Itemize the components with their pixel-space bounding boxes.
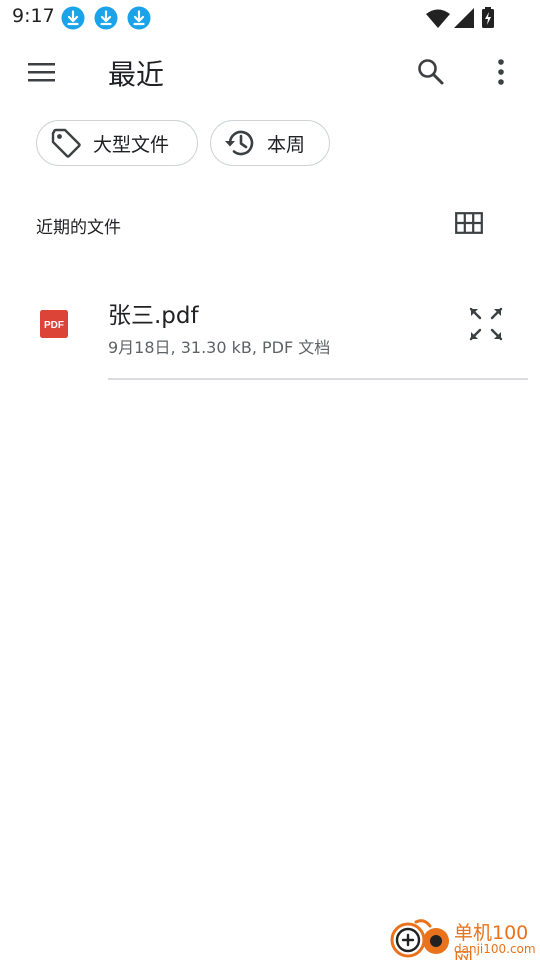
watermark: 单机100网 danji100.com xyxy=(390,916,540,960)
battery-charging-icon xyxy=(482,7,494,28)
history-icon xyxy=(223,126,257,160)
search-icon xyxy=(418,59,444,85)
filter-chip-large-files[interactable]: 大型文件 xyxy=(36,120,198,166)
file-meta: 9月18日, 31.30 kB, PDF 文档 xyxy=(108,338,331,357)
page-title: 最近 xyxy=(108,58,165,91)
chip-label: 本周 xyxy=(267,133,306,156)
status-bar: 9:17 xyxy=(0,0,540,36)
more-vert-icon xyxy=(498,59,504,85)
search-button[interactable] xyxy=(407,48,455,96)
pdf-file-icon: PDF xyxy=(40,310,68,338)
list-divider xyxy=(108,378,528,380)
status-indicators xyxy=(426,7,494,28)
download-icon xyxy=(127,6,151,30)
grid-view-icon xyxy=(455,212,483,234)
menu-button[interactable] xyxy=(18,48,66,96)
grid-view-button[interactable] xyxy=(446,200,492,246)
hamburger-menu-icon xyxy=(28,63,55,82)
pdf-badge-text: PDF xyxy=(44,320,64,331)
wifi-icon xyxy=(426,9,450,28)
filter-chip-this-week[interactable]: 本周 xyxy=(210,120,330,166)
tag-icon xyxy=(49,126,83,160)
app-bar: 最近 xyxy=(0,40,540,104)
cellular-signal-icon xyxy=(454,8,474,28)
download-icon xyxy=(94,6,118,30)
watermark-domain: danji100.com xyxy=(454,942,536,956)
section-title: 近期的文件 xyxy=(36,218,121,238)
expand-button[interactable] xyxy=(462,300,510,348)
more-options-button[interactable] xyxy=(477,48,525,96)
watermark-logo-icon xyxy=(390,919,449,958)
expand-icon xyxy=(469,307,503,341)
screen: 9:17 最近 大型文件 本周 近期的文件 PDF 张三.pdf 9月18日, … xyxy=(0,0,540,960)
chip-label: 大型文件 xyxy=(93,133,170,156)
file-name: 张三.pdf xyxy=(108,303,199,329)
download-icon xyxy=(61,6,85,30)
status-time: 9:17 xyxy=(12,5,55,27)
list-item[interactable]: PDF 张三.pdf 9月18日, 31.30 kB, PDF 文档 xyxy=(0,282,540,380)
